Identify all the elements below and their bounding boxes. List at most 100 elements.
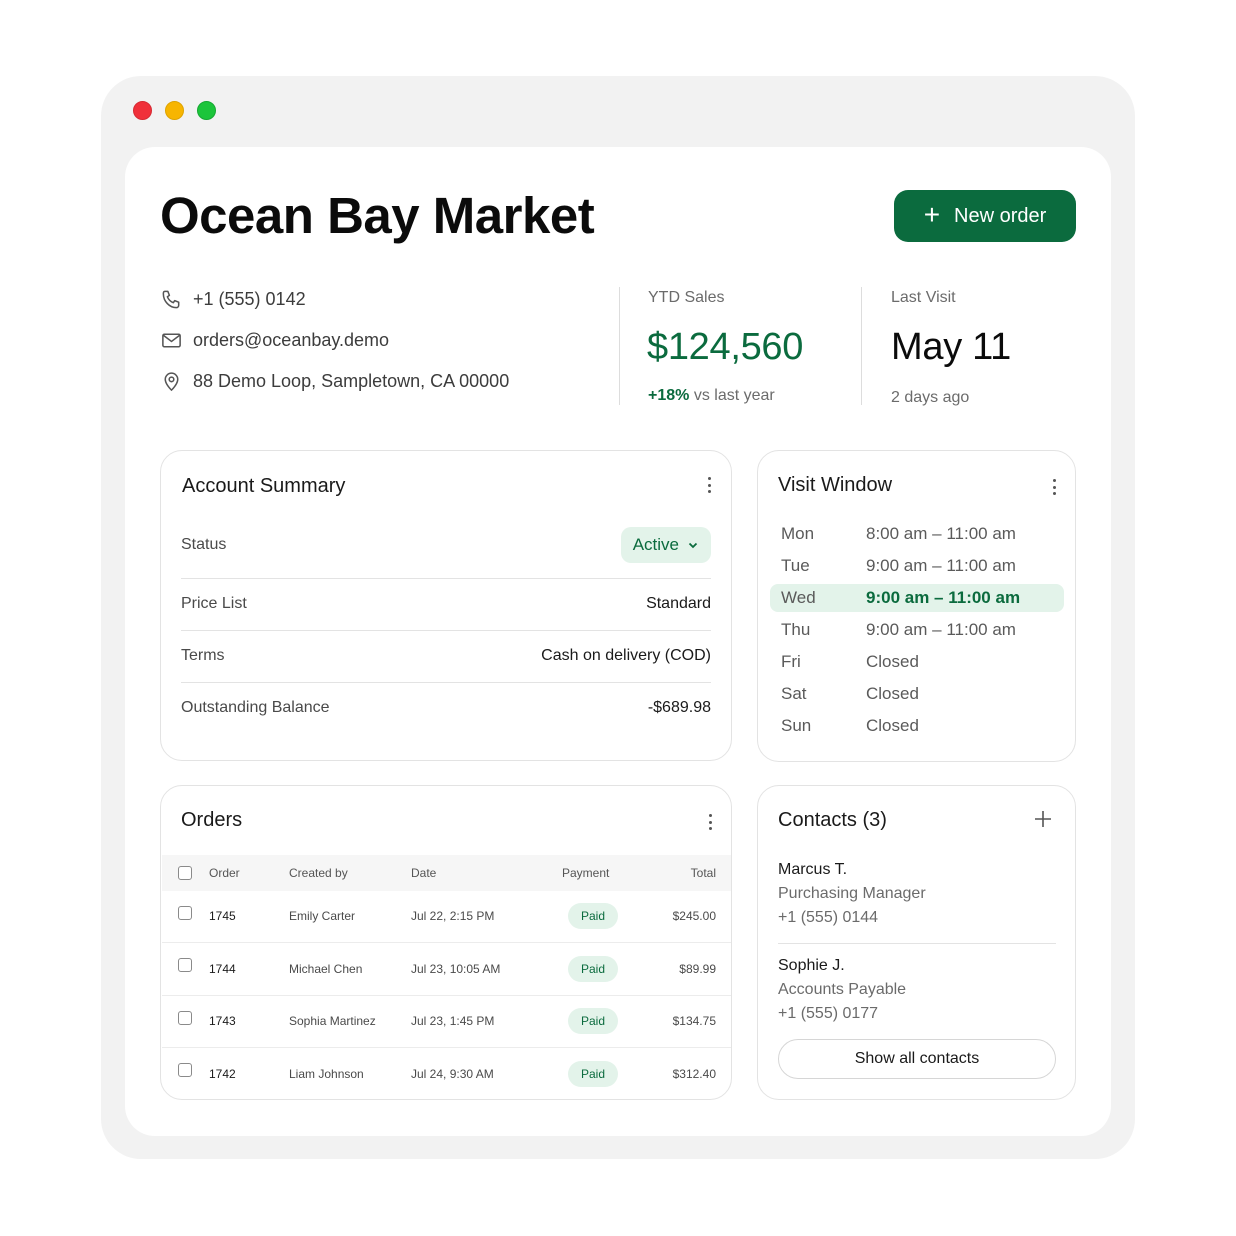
column-header-total[interactable]: Total	[691, 866, 716, 880]
last-visit-sub: 2 days ago	[891, 389, 970, 406]
order-number[interactable]: 1745	[209, 909, 236, 923]
status-dropdown[interactable]: Active	[620, 527, 711, 563]
contact-name[interactable]: Marcus T.	[778, 861, 847, 879]
terms-label: Terms	[181, 647, 225, 664]
visit-day: Wed	[781, 588, 816, 607]
kebab-menu-icon[interactable]	[1046, 476, 1062, 498]
visit-day: Thu	[781, 620, 811, 639]
divider	[778, 943, 1056, 944]
account-summary-card: Account Summary Status Active Price List…	[160, 450, 732, 761]
visit-hours: Closed	[866, 684, 919, 703]
account-summary-title: Account Summary	[182, 475, 346, 497]
new-order-button[interactable]: + New order	[894, 190, 1076, 242]
select-all-checkbox[interactable]	[178, 866, 192, 880]
window-close-dot[interactable]	[133, 101, 152, 120]
visit-hours: 9:00 am – 11:00 am	[866, 620, 1016, 639]
visit-hours: Closed	[866, 652, 919, 671]
phone-icon	[162, 290, 180, 308]
visit-window-title: Visit Window	[778, 474, 893, 496]
contact-phone[interactable]: +1 (555) 0144	[778, 909, 878, 927]
row-checkbox[interactable]	[178, 1011, 192, 1025]
ytd-sales-label: YTD Sales	[648, 289, 725, 306]
visit-hours: 8:00 am – 11:00 am	[866, 524, 1016, 543]
visit-day-row: Tue 9:00 am – 11:00 am	[770, 552, 1064, 580]
row-checkbox[interactable]	[178, 906, 192, 920]
ytd-sales-value: $124,560	[647, 326, 804, 368]
visit-hours: 9:00 am – 11:00 am	[866, 588, 1021, 607]
window-maximize-dot[interactable]	[197, 101, 216, 120]
last-visit-value: May 11	[891, 326, 1011, 368]
column-header-created-by[interactable]: Created by	[289, 866, 348, 880]
table-header	[162, 855, 731, 891]
price-list-value: Standard	[646, 595, 711, 612]
chevron-down-icon	[688, 542, 698, 549]
summary-status-row: Status Active	[181, 519, 711, 571]
phone-text: +1 (555) 0142	[193, 288, 306, 309]
terms-value: Cash on delivery (COD)	[541, 647, 711, 664]
summary-price-list-row: Price List Standard	[181, 578, 711, 630]
address-line[interactable]: 88 Demo Loop, Sampletown, CA 00000	[160, 369, 509, 393]
window-minimize-dot[interactable]	[165, 101, 184, 120]
status-value: Active	[632, 535, 679, 554]
visit-day-row: Thu 9:00 am – 11:00 am	[770, 616, 1064, 644]
balance-label: Outstanding Balance	[181, 699, 330, 716]
contacts-card: Contacts (3) Marcus T. Purchasing Manage…	[757, 785, 1076, 1100]
ytd-change-suffix: vs last year	[689, 387, 775, 404]
contact-name[interactable]: Sophie J.	[778, 957, 845, 975]
divider	[162, 942, 731, 943]
plus-icon: +	[923, 198, 941, 230]
order-date: Jul 23, 1:45 PM	[411, 1014, 495, 1028]
visit-day-row: Sun Closed	[770, 712, 1064, 740]
kebab-menu-icon[interactable]	[701, 474, 717, 496]
visit-day: Sun	[781, 716, 812, 735]
order-created-by: Emily Carter	[289, 909, 356, 923]
contact-role: Accounts Payable	[778, 981, 907, 998]
contact-phone[interactable]: +1 (555) 0177	[778, 1005, 878, 1023]
order-total: $312.40	[672, 1067, 716, 1081]
visit-day-row-today: Wed 9:00 am – 11:00 am	[770, 584, 1064, 612]
visit-hours: Closed	[866, 716, 919, 735]
order-date: Jul 24, 9:30 AM	[411, 1067, 494, 1081]
orders-title: Orders	[181, 809, 243, 831]
visit-day-row: Mon 8:00 am – 11:00 am	[770, 520, 1064, 548]
location-pin-icon	[164, 371, 179, 391]
column-header-payment[interactable]: Payment	[562, 866, 609, 880]
visit-day: Fri	[781, 652, 801, 671]
order-number[interactable]: 1744	[209, 962, 236, 976]
payment-status-badge: Paid	[568, 1008, 618, 1034]
page-title: Ocean Bay Market	[160, 187, 595, 244]
summary-terms-row: Terms Cash on delivery (COD)	[181, 630, 711, 682]
visit-window-card: Visit Window Mon 8:00 am – 11:00 am Tue 9:…	[757, 450, 1076, 762]
column-header-order[interactable]: Order	[209, 866, 240, 880]
row-checkbox[interactable]	[178, 1063, 192, 1077]
divider	[162, 995, 731, 996]
address-text: 88 Demo Loop, Sampletown, CA 00000	[193, 370, 510, 391]
stats-divider	[861, 287, 862, 405]
order-total: $89.99	[679, 962, 716, 976]
order-number[interactable]: 1743	[209, 1014, 236, 1028]
status-label: Status	[181, 536, 227, 553]
row-checkbox[interactable]	[178, 958, 192, 972]
visit-hours: 9:00 am – 11:00 am	[866, 556, 1016, 575]
contacts-title: Contacts (3)	[778, 809, 887, 831]
order-total: $245.00	[672, 909, 716, 923]
column-header-date[interactable]: Date	[411, 866, 436, 880]
last-visit-label: Last Visit	[891, 289, 956, 306]
payment-status-badge: Paid	[568, 956, 618, 982]
visit-day-row: Fri Closed	[770, 648, 1064, 676]
kebab-menu-icon[interactable]	[702, 811, 718, 833]
order-created-by: Liam Johnson	[289, 1067, 364, 1081]
email-line[interactable]: orders@oceanbay.demo	[160, 328, 389, 352]
order-number[interactable]: 1742	[209, 1067, 236, 1081]
visit-day-row: Sat Closed	[770, 680, 1064, 708]
visit-day: Tue	[781, 556, 810, 575]
summary-balance-row: Outstanding Balance -$689.98	[181, 682, 711, 734]
ytd-sales-change: +18% vs last year	[648, 387, 775, 405]
visit-day: Mon	[781, 524, 815, 543]
phone-line[interactable]: +1 (555) 0142	[160, 287, 306, 311]
new-order-label: New order	[954, 204, 1047, 227]
add-contact-plus-icon[interactable]	[1032, 808, 1054, 830]
order-date: Jul 22, 2:15 PM	[411, 909, 495, 923]
ytd-change-percent: +18%	[648, 387, 690, 404]
show-all-contacts-button[interactable]: Show all contacts	[778, 1039, 1056, 1079]
